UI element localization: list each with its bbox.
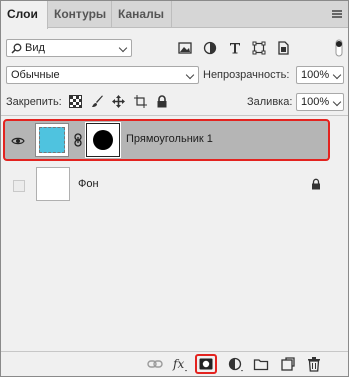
layers-toolbar: fx: [1, 351, 348, 376]
new-group-icon[interactable]: [253, 356, 269, 372]
layer-thumbnail[interactable]: [36, 167, 70, 201]
search-icon: [11, 43, 22, 54]
lock-artboard-icon[interactable]: [134, 95, 147, 108]
fx-icon[interactable]: fx: [172, 356, 188, 372]
lock-image-pixels-icon[interactable]: [91, 95, 104, 108]
image-filter-icon[interactable]: [178, 41, 192, 55]
visibility-toggle[interactable]: [13, 180, 25, 192]
svg-text:fx: fx: [172, 357, 184, 371]
filter-kind-value: Вид: [25, 42, 45, 54]
mask-shape: [93, 130, 113, 150]
fill-label: Заливка:: [247, 96, 293, 108]
new-layer-icon[interactable]: [280, 356, 296, 372]
delete-layer-icon[interactable]: [306, 356, 322, 372]
filter-toggle-icon[interactable]: [334, 39, 344, 57]
fill-field[interactable]: 100%: [296, 93, 344, 111]
tab-layers[interactable]: Слои: [1, 1, 48, 29]
chevron-down-icon: [332, 70, 342, 80]
layer-thumbnail-fill: [39, 127, 65, 153]
lock-position-icon[interactable]: [112, 95, 125, 108]
adjustment-filter-icon[interactable]: [203, 41, 217, 55]
lock-transparent-pixels-icon[interactable]: [69, 95, 82, 108]
tab-paths[interactable]: Контуры: [48, 1, 112, 28]
chevron-down-icon: [185, 70, 195, 80]
add-mask-button[interactable]: [195, 354, 217, 374]
blend-row: Обычные Непрозрачность: 100%: [1, 64, 348, 86]
layers-list: Прямоугольник 1 Фон: [1, 115, 348, 351]
adjustment-layer-icon[interactable]: [228, 356, 244, 372]
type-filter-icon[interactable]: [228, 41, 242, 55]
layer-row-background[interactable]: Фон: [3, 164, 330, 206]
fill-value: 100%: [301, 96, 330, 108]
layer-name[interactable]: Фон: [78, 178, 99, 190]
chevron-down-icon: [118, 43, 128, 53]
tab-bar: Слои Контуры Каналы: [1, 1, 348, 29]
link-layers-icon[interactable]: [147, 356, 163, 372]
layer-row-rectangle[interactable]: Прямоугольник 1: [3, 119, 330, 161]
opacity-field[interactable]: 100%: [296, 66, 344, 84]
filter-kind-select[interactable]: Вид: [6, 39, 132, 57]
link-chain-icon[interactable]: [73, 133, 83, 147]
layer-name[interactable]: Прямоугольник 1: [126, 133, 213, 145]
opacity-label: Непрозрачность:: [203, 69, 290, 81]
lock-label: Закрепить:: [6, 96, 62, 108]
filter-row: Вид: [1, 37, 348, 59]
eye-icon[interactable]: [11, 134, 25, 148]
layer-mask-thumbnail[interactable]: [85, 122, 121, 158]
blend-mode-value: Обычные: [11, 69, 60, 81]
opacity-value: 100%: [301, 69, 330, 81]
tab-channels[interactable]: Каналы: [112, 1, 172, 28]
chevron-down-icon: [332, 97, 342, 107]
shape-filter-icon[interactable]: [252, 41, 266, 55]
mask-icon: [199, 358, 213, 370]
lock-row: Закрепить: Заливка: 100%: [1, 91, 348, 113]
lock-icon: [312, 178, 320, 190]
layer-thumbnail[interactable]: [35, 123, 69, 157]
lock-all-icon[interactable]: [156, 95, 168, 108]
blend-mode-select[interactable]: Обычные: [6, 66, 199, 84]
smart-object-filter-icon[interactable]: [276, 41, 290, 55]
panel-menu-icon[interactable]: [332, 10, 342, 18]
layers-panel: Слои Контуры Каналы Вид Обычные Непрозра…: [0, 0, 349, 377]
